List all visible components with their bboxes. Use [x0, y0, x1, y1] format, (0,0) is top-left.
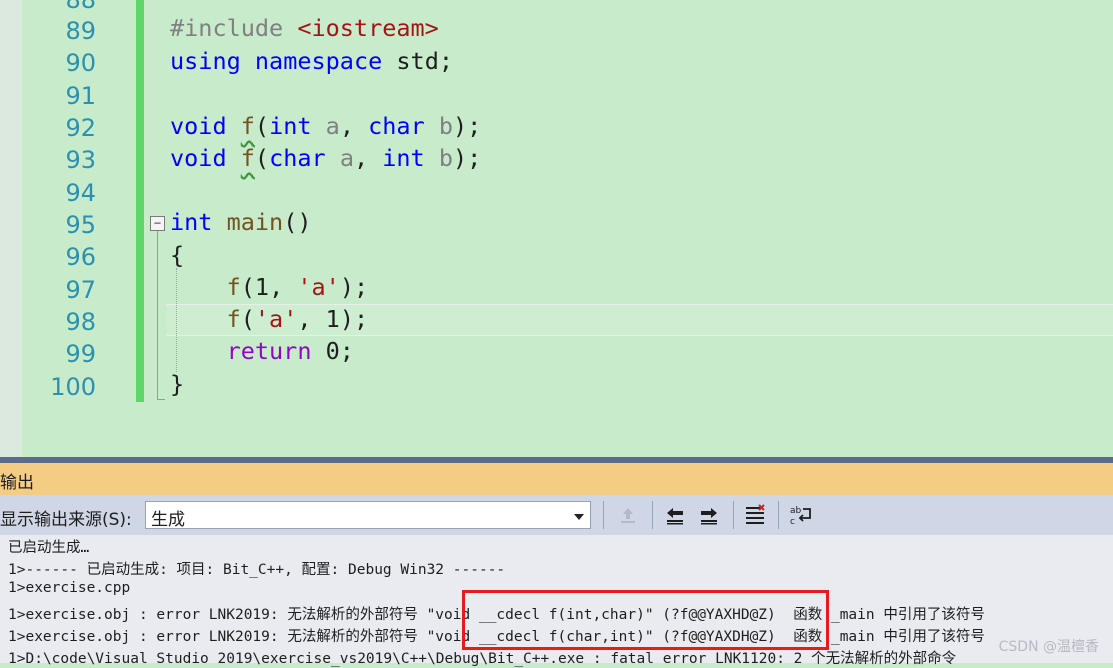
code-line-89[interactable]: #include <iostream> [170, 14, 439, 42]
output-line: 1>------ 已启动生成: 项目: Bit_C++, 配置: Debug W… [8, 562, 506, 578]
brace: { [170, 241, 185, 269]
go-to-location-icon[interactable] [615, 502, 641, 528]
param: b [438, 144, 454, 172]
code-line-98[interactable]: f('a', 1); [170, 305, 369, 333]
line-number: 89 [65, 17, 96, 45]
code-text: std; [382, 47, 453, 75]
toolbar-divider [652, 501, 653, 529]
line-number: 88 [65, 0, 96, 14]
next-message-icon[interactable] [696, 502, 722, 528]
watermark: CSDN @温檀香 [998, 639, 1099, 655]
code-line-92[interactable]: void f(int a, char b); [170, 112, 481, 140]
output-panel-header: 输出 [0, 463, 1113, 495]
clear-all-icon[interactable] [742, 502, 768, 528]
line-number: 93 [65, 146, 96, 174]
svg-text:c: c [790, 517, 795, 526]
word-wrap-icon[interactable]: ab c [788, 502, 814, 528]
line-number: 94 [65, 179, 96, 207]
keyword: void [170, 112, 227, 140]
preprocessor-directive: #include [170, 14, 298, 42]
number: 0 [325, 337, 340, 365]
error-highlight-box [462, 590, 829, 650]
collapse-icon[interactable]: − [150, 216, 165, 231]
function-call: f [226, 273, 241, 301]
line-number: 90 [65, 49, 96, 77]
chevron-down-icon [574, 514, 584, 520]
keyword: int [382, 144, 425, 172]
code-editor[interactable]: 88 89 90 91 92 93 94 95 96 97 98 99 100 … [0, 0, 1113, 457]
keyword: namespace [254, 47, 383, 75]
editor-margin [0, 0, 22, 457]
line-number: 100 [50, 373, 96, 401]
previous-message-icon[interactable] [662, 502, 688, 528]
param: b [438, 112, 454, 140]
code-line-97[interactable]: f(1, 'a'); [170, 273, 369, 301]
code-line-90[interactable]: using namespace std; [170, 47, 453, 75]
number: 1 [325, 305, 340, 333]
keyword: void [170, 144, 227, 172]
line-number: 91 [65, 82, 96, 110]
fold-guide-end [157, 399, 165, 400]
keyword: using [170, 47, 241, 75]
char-literal: 'a' [297, 273, 340, 301]
svg-text:ab: ab [790, 506, 802, 516]
keyword: int [170, 208, 213, 236]
line-number: 99 [65, 340, 96, 368]
code-line-93[interactable]: void f(char a, int b); [170, 144, 481, 172]
fold-guide [157, 231, 158, 400]
output-title: 输出 [0, 473, 34, 493]
char-literal: 'a' [254, 305, 298, 333]
change-tracking-bar [136, 0, 144, 402]
code-line-95[interactable]: int main() [170, 208, 312, 236]
toolbar-divider [603, 501, 604, 529]
function-call: f [226, 305, 241, 333]
code-line-96[interactable]: { [170, 241, 184, 269]
output-line: 1>D:\code\Visual Studio 2019\exercise_vs… [8, 651, 957, 667]
keyword: char [368, 112, 425, 140]
keyword: int [269, 112, 312, 140]
keyword: char [269, 144, 326, 172]
output-source-label: 显示输出来源(S): [0, 510, 132, 530]
line-number: 98 [65, 308, 96, 336]
toolbar-divider [778, 501, 779, 529]
function-name: f [240, 112, 255, 140]
line-number: 96 [65, 243, 96, 271]
function-name: main [226, 208, 284, 236]
function-name: f [240, 144, 255, 172]
output-source-select[interactable]: 生成 [145, 501, 591, 530]
brace: } [170, 370, 185, 398]
output-toolbar: 显示输出来源(S): 生成 ab c [0, 495, 1113, 535]
code-line-100[interactable]: } [170, 370, 184, 398]
output-line: 1>exercise.cpp [8, 580, 131, 596]
line-number: 97 [65, 276, 96, 304]
param: a [339, 144, 354, 172]
code-line-99[interactable]: return 0; [170, 337, 354, 365]
output-line: 已启动生成… [8, 540, 90, 556]
line-number: 95 [65, 211, 96, 239]
param: a [325, 112, 340, 140]
output-source-value: 生成 [151, 510, 185, 530]
toolbar-divider [733, 501, 734, 529]
include-header: <iostream> [297, 14, 439, 42]
line-number: 92 [65, 114, 96, 142]
keyword: return [226, 337, 312, 365]
number: 1 [254, 273, 270, 301]
